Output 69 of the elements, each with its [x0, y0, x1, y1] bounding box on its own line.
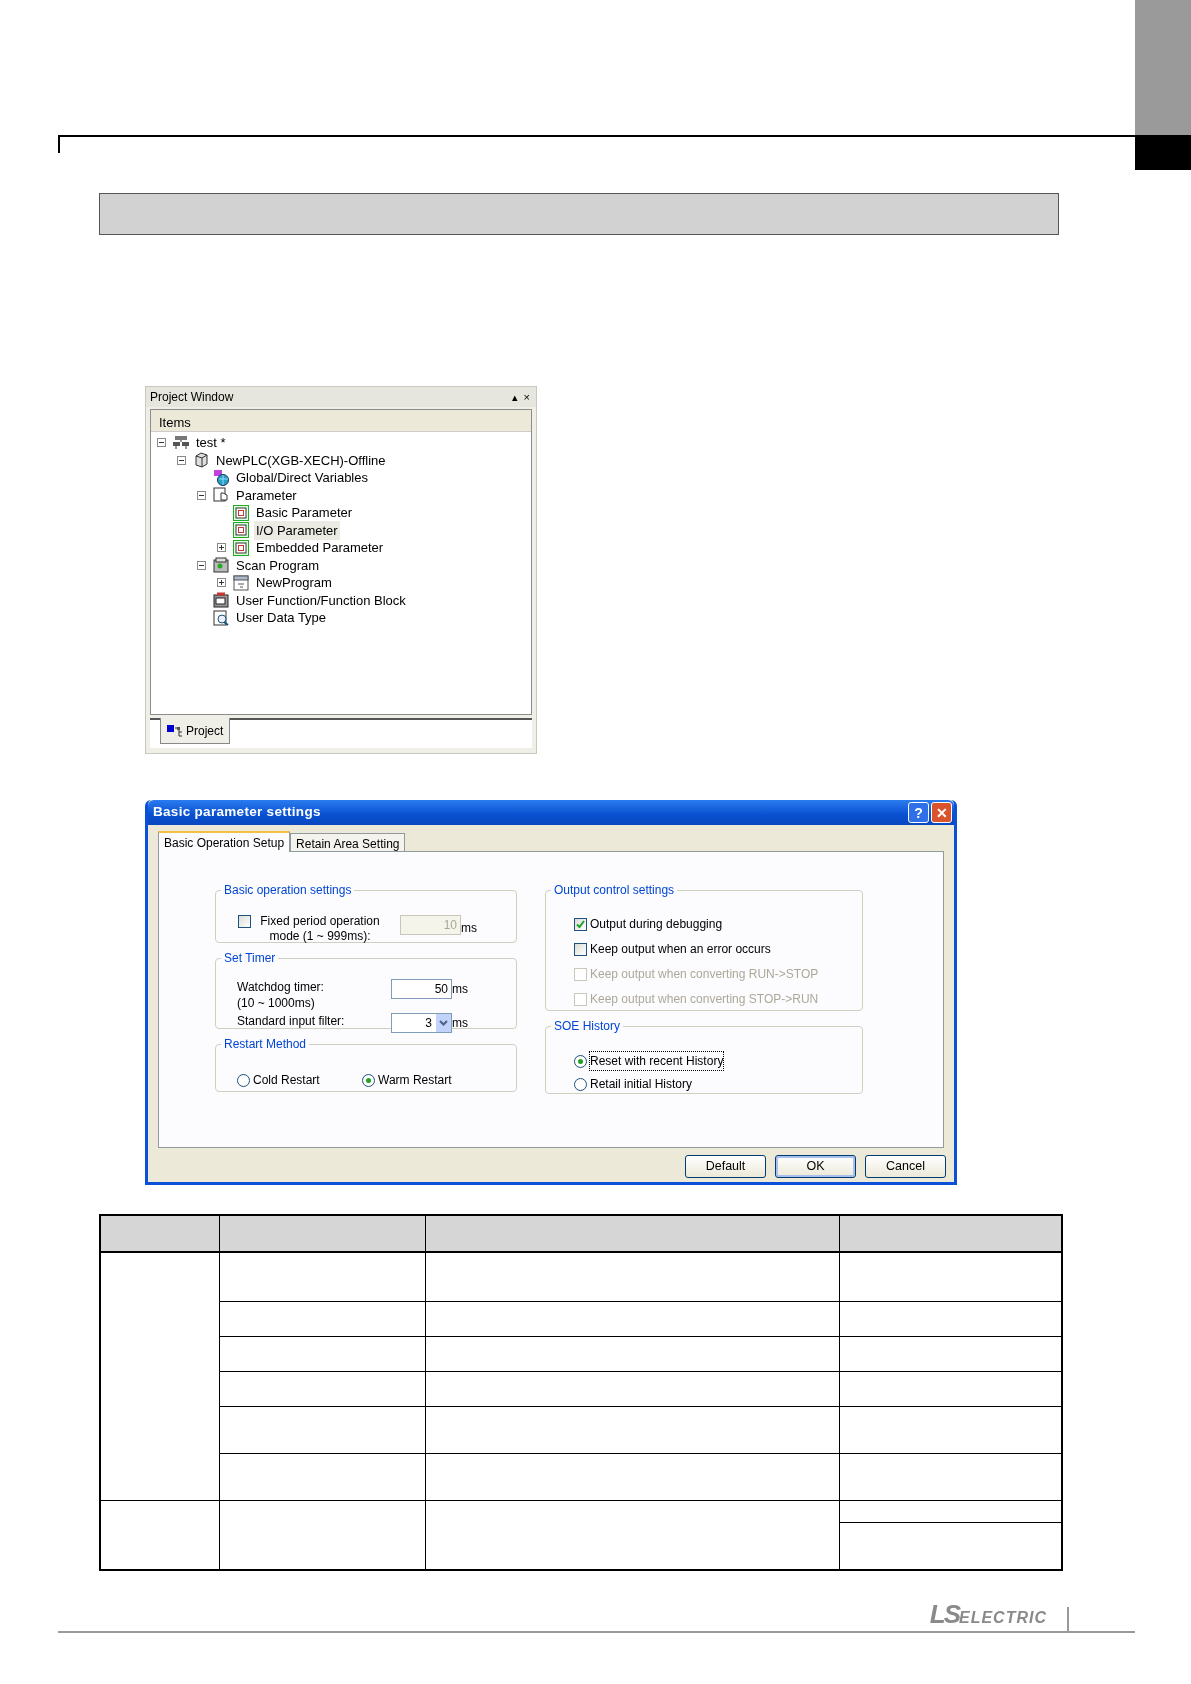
group-title: SOE History — [551, 1018, 623, 1034]
tree-item[interactable]: Global/Direct Variables — [234, 468, 370, 488]
tree-item[interactable]: I/O Parameter — [254, 520, 340, 540]
box-icon — [213, 592, 229, 609]
help-button[interactable]: ? — [908, 802, 929, 823]
tab[interactable]: Basic Operation Setup — [158, 831, 291, 852]
tree-item[interactable]: Embedded Parameter — [254, 538, 386, 558]
column-header[interactable]: Items — [151, 410, 531, 432]
checkbox-label: Keep output when converting RUN->STOP — [590, 966, 819, 983]
collapse-icon[interactable] — [176, 455, 186, 465]
radio-label: Reset with recent History — [590, 1052, 724, 1070]
logo-text: LS — [929, 1599, 959, 1629]
tree-item[interactable]: Basic Parameter — [254, 503, 355, 523]
dialog-button[interactable]: Cancel — [865, 1155, 946, 1178]
close-button[interactable]: ✕ — [931, 802, 952, 823]
globe-icon — [213, 469, 229, 486]
logo-text: ELECTRIC — [959, 1609, 1047, 1626]
checkbox-label: Keep output when an error occurs — [590, 941, 771, 958]
group-title: Output control settings — [551, 882, 678, 898]
network-icon — [173, 434, 189, 451]
tree-item[interactable]: NewProgram — [254, 573, 334, 593]
window-icon — [233, 574, 249, 591]
tree-item[interactable]: test * — [194, 433, 228, 453]
checkbox-label: Keep output when converting STOP->RUN — [590, 991, 819, 1008]
radio-button[interactable] — [362, 1073, 375, 1087]
tree-item[interactable]: Scan Program — [234, 555, 322, 575]
collapse-icon[interactable] — [196, 560, 206, 570]
dropdown-field[interactable]: 3 — [391, 1013, 452, 1033]
radio-button[interactable] — [574, 1077, 587, 1091]
number-field[interactable]: 50 — [391, 979, 452, 999]
cube-icon — [193, 452, 209, 469]
collapse-icon[interactable] — [196, 490, 206, 500]
tab[interactable]: Retain Area Setting — [290, 833, 406, 851]
collapse-button[interactable]: ▴ — [511, 391, 518, 403]
expand-icon[interactable] — [216, 543, 226, 553]
unit-label: ms — [452, 1015, 468, 1032]
expand-icon[interactable] — [216, 578, 226, 588]
field-label: Standard input filter: — [237, 1013, 346, 1029]
magnifier-icon — [213, 609, 229, 626]
tree-item[interactable]: Parameter — [234, 485, 299, 505]
dialog-button[interactable]: OK — [775, 1155, 856, 1178]
group-title: Basic operation settings — [221, 882, 355, 898]
dialog-button[interactable]: Default — [685, 1155, 766, 1178]
field-label: Watchdog timer: — [237, 979, 325, 995]
folder-icon — [213, 557, 229, 574]
window-title: Project Window — [150, 389, 234, 406]
radio-button[interactable] — [237, 1073, 250, 1087]
unit-label: ms — [461, 920, 477, 937]
document-icon — [233, 522, 249, 539]
checkbox[interactable] — [238, 915, 251, 928]
tree-item[interactable]: NewPLC(XGB-XECH)-Offline — [214, 450, 388, 470]
collapse-icon[interactable] — [156, 438, 166, 448]
project-tab[interactable]: Project — [160, 718, 231, 744]
document-icon — [233, 539, 249, 556]
checkbox-label: Output during debugging — [590, 916, 723, 933]
radio-label: Cold Restart — [253, 1072, 320, 1089]
checkbox[interactable] — [574, 917, 587, 931]
tree-item[interactable]: User Function/Function Block — [234, 590, 408, 610]
tree-item[interactable]: User Data Type — [234, 608, 329, 628]
radio-label: Warm Restart — [378, 1072, 452, 1089]
checkbox[interactable] — [574, 942, 587, 956]
radio-label: Retail initial History — [590, 1076, 693, 1093]
close-button[interactable]: × — [523, 391, 530, 403]
range-label: (10 ~ 1000ms) — [237, 995, 316, 1011]
unit-label: ms — [452, 981, 468, 998]
checkbox-label: Fixed period operation mode (1 ~ 999ms): — [259, 914, 381, 944]
document-icon — [233, 504, 249, 521]
radio-button[interactable] — [574, 1054, 587, 1068]
dialog-title: Basic parameter settings — [153, 803, 321, 822]
